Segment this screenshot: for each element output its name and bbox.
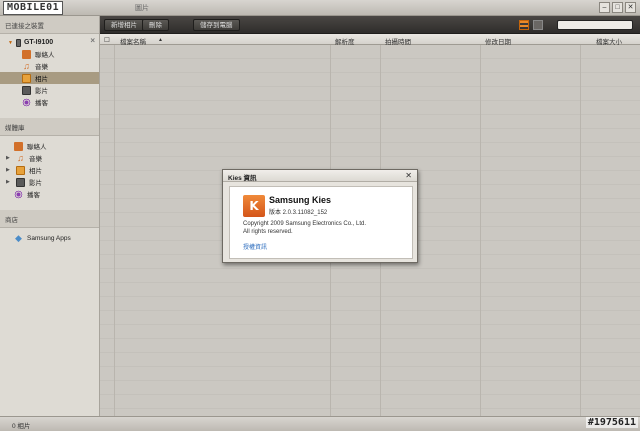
device-item-videos[interactable]: 影片 xyxy=(0,84,99,96)
device-item-contacts[interactable]: 聯絡人 xyxy=(0,48,99,60)
device-item-label: 相片 xyxy=(35,76,48,83)
grid-view-icon[interactable] xyxy=(533,20,543,30)
contacts-icon xyxy=(14,141,23,151)
contacts-icon xyxy=(22,49,31,59)
library-item-label: 播客 xyxy=(27,192,40,199)
connected-devices-header: 已連接之裝置 xyxy=(0,16,99,34)
library-item-label: 聯絡人 xyxy=(27,144,47,151)
dialog-title: Kies 資訊 xyxy=(228,175,257,182)
expand-arrow-icon[interactable]: ▶ xyxy=(6,179,12,185)
kies-logo-icon: K xyxy=(243,195,265,217)
minimize-button[interactable]: ‒ xyxy=(599,2,610,13)
save-to-pc-button[interactable]: 儲存到電腦 xyxy=(193,19,240,31)
library-item-contacts[interactable]: 聯絡人 xyxy=(0,140,99,152)
library-item-photos[interactable]: ▶ 相片 xyxy=(0,164,99,176)
music-icon: ♫ xyxy=(23,60,30,71)
device-item-label: 聯絡人 xyxy=(35,52,55,59)
video-icon xyxy=(16,177,25,187)
app-name: Samsung Kies xyxy=(269,195,332,205)
rights-text: All rights reserved. xyxy=(243,229,293,235)
version-text: 版本 2.0.3.11082_152 xyxy=(269,210,328,216)
collapse-triangle-icon[interactable]: ▼ xyxy=(8,40,13,46)
device-item-label: 影片 xyxy=(35,88,48,95)
search-input[interactable] xyxy=(557,20,633,30)
sort-arrow-icon: ▲ xyxy=(158,37,163,43)
copyright-text: Copyright 2009 Samsung Electronics Co., … xyxy=(243,221,367,227)
library-item-label: 相片 xyxy=(29,168,42,175)
photo-icon xyxy=(16,165,25,175)
status-bar: 0 相片 #1975611 xyxy=(0,416,640,431)
maximize-button[interactable]: □ xyxy=(612,2,623,13)
device-item-music[interactable]: ♫ 音樂 xyxy=(0,60,99,72)
table-header: ☐ 檔案名稱 ▲ 解析度 拍攝時間 修改日期 檔案大小 xyxy=(100,34,640,46)
library-item-podcasts[interactable]: 播客 xyxy=(0,188,99,200)
device-item-label: 音樂 xyxy=(35,64,48,71)
video-icon xyxy=(22,85,31,95)
license-info-link[interactable]: 授權資訊 xyxy=(243,242,267,251)
device-name: GT-I9100 xyxy=(23,39,54,46)
title-bar: MOBILE01 圖片 ‒ □ ✕ xyxy=(0,0,640,16)
dialog-close-button[interactable]: ✕ xyxy=(405,171,412,180)
sidebar: 已連接之裝置 ▼ GT-I9100 × 聯絡人 ♫ 音樂 相片 影片 播客 媒體… xyxy=(0,16,100,416)
photo-icon xyxy=(22,73,31,83)
store-item-label: Samsung Apps xyxy=(27,234,71,242)
phone-icon xyxy=(15,38,21,47)
podcast-icon xyxy=(14,189,23,199)
store-item-samsung-apps[interactable]: ◆ Samsung Apps xyxy=(0,232,99,244)
photo-count: 0 相片 xyxy=(12,423,31,430)
podcast-icon xyxy=(22,97,31,107)
library-header: 媒體庫 xyxy=(0,118,99,136)
library-item-music[interactable]: ▶ ♫ 音樂 xyxy=(0,152,99,164)
library-item-label: 影片 xyxy=(29,180,42,187)
library-item-videos[interactable]: ▶ 影片 xyxy=(0,176,99,188)
dialog-title-bar: Kies 資訊 ✕ xyxy=(223,170,417,182)
apps-icon: ◆ xyxy=(15,232,22,243)
device-item-label: 播客 xyxy=(35,100,48,107)
watermark-logo: MOBILE01 xyxy=(3,1,64,15)
list-view-icon[interactable] xyxy=(519,20,529,30)
device-item-photos[interactable]: 相片 xyxy=(0,72,99,84)
expand-arrow-icon[interactable]: ▶ xyxy=(6,155,12,161)
window-title: 圖片 xyxy=(135,5,149,12)
toolbar: 新增相片 刪除 儲存到電腦 xyxy=(100,16,640,34)
watermark-stamp: #1975611 xyxy=(585,417,638,428)
select-all-checkbox[interactable]: ☐ xyxy=(104,36,110,44)
library-item-label: 音樂 xyxy=(29,156,42,163)
expand-arrow-icon[interactable]: ▶ xyxy=(6,167,12,173)
device-item[interactable]: ▼ GT-I9100 × xyxy=(0,34,99,48)
store-header: 商店 xyxy=(0,210,99,228)
about-dialog: Kies 資訊 ✕ K Samsung Kies 版本 2.0.3.11082_… xyxy=(222,169,418,263)
dialog-body: K Samsung Kies 版本 2.0.3.11082_152 Copyri… xyxy=(229,186,413,259)
device-close-icon[interactable]: × xyxy=(90,36,95,45)
music-icon: ♫ xyxy=(17,152,24,163)
device-item-podcasts[interactable]: 播客 xyxy=(0,96,99,108)
close-window-button[interactable]: ✕ xyxy=(625,2,636,13)
add-photo-button[interactable]: 新增相片 xyxy=(104,19,144,31)
window-controls: ‒ □ ✕ xyxy=(599,2,636,13)
delete-button[interactable]: 刪除 xyxy=(142,19,169,31)
